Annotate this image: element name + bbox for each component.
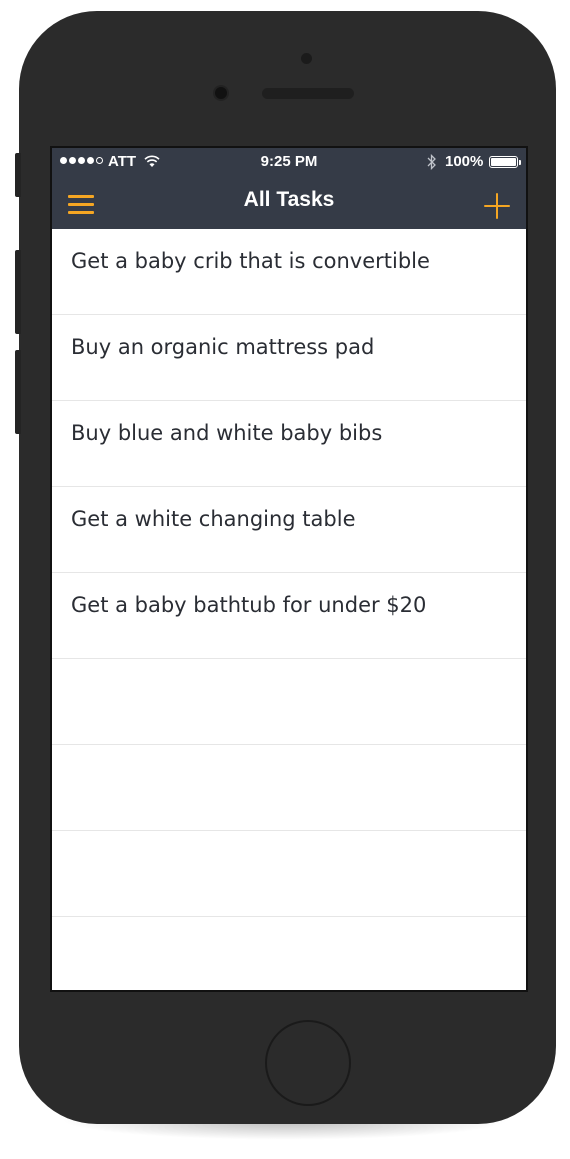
- home-button[interactable]: [265, 1020, 351, 1106]
- task-label: Buy an organic mattress pad: [71, 335, 375, 359]
- status-bar: ATT 9:25 PM 100%: [52, 148, 526, 176]
- task-row[interactable]: Get a baby crib that is convertible: [52, 229, 526, 315]
- task-row[interactable]: Get a white changing table: [52, 487, 526, 573]
- volume-down-button: [15, 350, 21, 434]
- task-row[interactable]: Buy an organic mattress pad: [52, 315, 526, 401]
- battery-icon: [489, 156, 518, 168]
- battery-percentage: 100%: [445, 153, 484, 170]
- task-label: Buy blue and white baby bibs: [71, 421, 383, 445]
- mute-switch: [15, 153, 21, 197]
- earpiece-speaker: [262, 88, 354, 99]
- task-label: Get a baby bathtub for under $20: [71, 593, 427, 617]
- page-title: All Tasks: [243, 188, 335, 211]
- navigation-header: ATT 9:25 PM 100% All Tasks: [52, 148, 526, 229]
- app-screen: ATT 9:25 PM 100% All Tasks Get a baby cr…: [50, 146, 528, 992]
- task-row[interactable]: Buy blue and white baby bibs: [52, 401, 526, 487]
- volume-up-button: [15, 250, 21, 334]
- task-row[interactable]: Get a baby bathtub for under $20: [52, 573, 526, 659]
- front-camera: [301, 53, 312, 64]
- plus-icon[interactable]: [484, 193, 510, 219]
- task-label: Get a white changing table: [71, 507, 356, 531]
- task-label: Get a baby crib that is convertible: [71, 249, 430, 273]
- empty-row: [52, 659, 526, 745]
- proximity-sensor: [215, 87, 227, 99]
- task-list: Get a baby crib that is convertible Buy …: [52, 229, 526, 990]
- empty-row: [52, 917, 526, 990]
- battery-tip: [519, 160, 521, 165]
- bluetooth-icon: [427, 154, 436, 170]
- empty-row: [52, 831, 526, 917]
- empty-row: [52, 745, 526, 831]
